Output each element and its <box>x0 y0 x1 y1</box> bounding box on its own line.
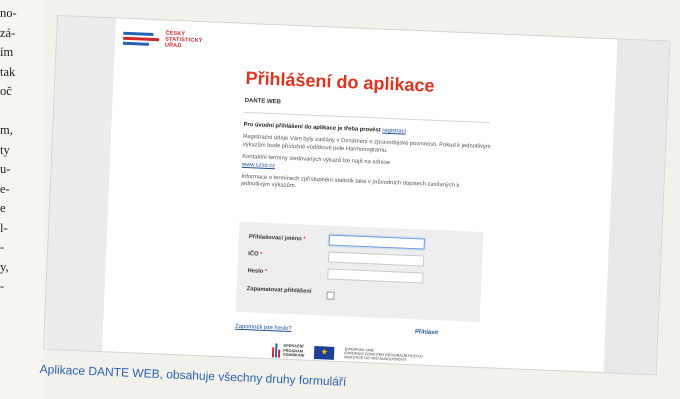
article-line: tak <box>0 64 16 79</box>
ico-label: IČO * <box>248 251 262 258</box>
remember-checkbox[interactable] <box>326 291 335 300</box>
ico-label-text: IČO <box>248 251 259 258</box>
required-mark: * <box>303 236 306 243</box>
article-text-column: no- zá- ím tak oč m, ty u- e- e l- - y, … <box>0 0 44 399</box>
left-margin <box>44 16 116 352</box>
article-line <box>0 102 44 122</box>
footer-logos: OPERAČNÍ PROGRAM PODNIKÁNÍ ★ EVROPSKÁ UN… <box>271 343 423 363</box>
article-line: ím <box>0 45 14 59</box>
required-mark: * <box>264 268 268 275</box>
czso-logo-text: ČESKÝ STATISTICKÝ ÚŘAD <box>165 31 203 51</box>
username-input[interactable] <box>328 234 426 250</box>
article-line: m, <box>0 123 13 137</box>
app-screenshot: ČESKÝ STATISTICKÝ ÚŘAD Přihlášení do apl… <box>44 16 670 375</box>
article-line: u- <box>0 162 11 176</box>
article-line: ty <box>0 142 10 157</box>
czso-link[interactable]: www.czso.cz <box>242 161 275 168</box>
article-line: l- <box>0 220 8 235</box>
article-line: y, <box>0 259 9 274</box>
remember-label: Zapamatovat přihlášení <box>246 286 312 295</box>
registration-link[interactable]: registraci <box>382 128 406 135</box>
login-button[interactable]: Přihlásit <box>415 329 438 336</box>
forgot-password-link[interactable]: Zapomněli jste heslo? <box>235 324 292 332</box>
eu-flag-icon: ★ <box>314 345 335 360</box>
eu-logo-text: EVROPSKÁ UNIE EVROPSKÝ FOND PRO REGIONÁL… <box>344 347 423 363</box>
article-line: - <box>0 240 5 254</box>
article-line: no- <box>0 6 17 20</box>
info-text: Pro úvodní přihlášení do aplikace je tře… <box>241 122 492 204</box>
czso-logo-icon <box>122 31 160 46</box>
password-input[interactable] <box>327 268 424 284</box>
op-logo-text: OPERAČNÍ PROGRAM PODNIKÁNÍ <box>283 344 305 358</box>
op-podnikani-logo: OPERAČNÍ PROGRAM PODNIKÁNÍ <box>271 343 305 358</box>
article-line: e- <box>0 181 10 196</box>
article-line: - <box>0 279 5 293</box>
right-margin <box>603 39 670 375</box>
password-label-text: Heslo <box>247 268 264 275</box>
czso-logo[interactable]: ČESKÝ STATISTICKÝ ÚŘAD <box>122 29 203 51</box>
login-form: Přihlašovací jméno * IČO * Heslo * Zapam… <box>235 221 484 322</box>
op-logo-icon <box>271 343 281 358</box>
app-name: DANTE WEB <box>244 97 282 106</box>
required-mark: * <box>259 251 263 258</box>
divider <box>244 111 490 124</box>
page-title: Přihlášení do aplikace <box>245 67 435 96</box>
op-logo-line: PODNIKÁNÍ <box>282 352 305 358</box>
figure-caption: Aplikace DANTE WEB, obsahuje všechny dru… <box>39 362 347 389</box>
info-lead-bold: Pro úvodní přihlášení do aplikace je tře… <box>243 121 381 134</box>
article-line: oč <box>0 84 12 98</box>
username-label-text: Přihlašovací jméno <box>248 234 302 243</box>
article-line: e <box>0 201 6 215</box>
article-line: zá- <box>0 25 16 40</box>
scanned-page: no- zá- ím tak oč m, ty u- e- e l- - y, … <box>0 0 680 399</box>
password-label: Heslo * <box>247 268 267 275</box>
ico-input[interactable] <box>327 251 425 267</box>
username-label: Přihlašovací jméno * <box>249 234 306 242</box>
